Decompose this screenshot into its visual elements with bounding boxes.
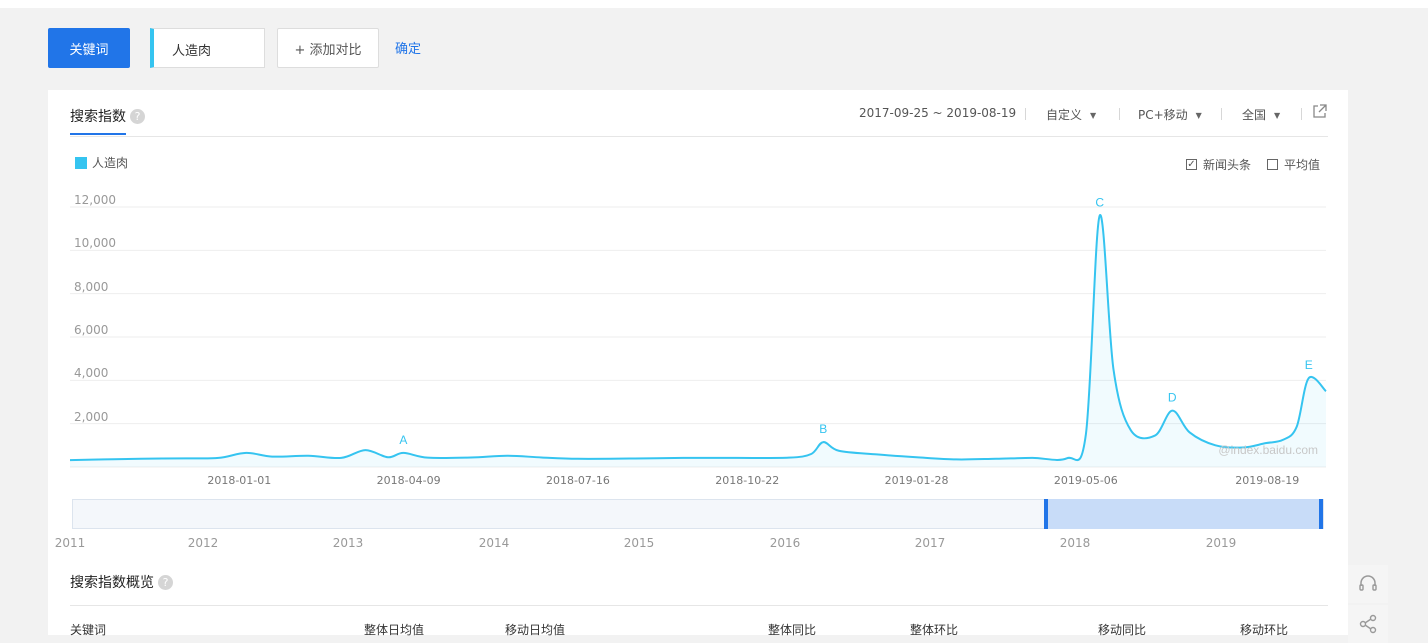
keyword-input[interactable]: 人造肉: [150, 28, 265, 68]
y-tick-label: 4,000: [74, 366, 109, 381]
y-tick-label: 2,000: [74, 409, 109, 424]
keyword-button[interactable]: 关键词: [48, 28, 130, 68]
x-tick-label: 2018-01-01: [207, 474, 272, 487]
overview-column-header: 整体环比: [910, 623, 959, 637]
overview-column-header: 移动同比: [1098, 623, 1147, 637]
annotation-e: E: [1305, 358, 1313, 372]
keyword-value: 人造肉: [172, 44, 212, 59]
slider-year-label: 2019: [1205, 536, 1237, 550]
annotation-d: D: [1168, 391, 1177, 405]
series-area: [70, 215, 1326, 467]
overview-title: 搜索指数概览?: [70, 572, 173, 592]
slider-year-label: 2011: [54, 536, 86, 550]
x-tick-label: 2018-07-16: [545, 474, 610, 487]
overview-title-label: 搜索指数概览: [70, 575, 154, 591]
x-tick-label: 2019-08-19: [1235, 474, 1300, 487]
y-tick-label: 12,000: [74, 193, 116, 207]
confirm-link[interactable]: 确定: [395, 38, 421, 57]
y-tick-label: 10,000: [74, 236, 116, 251]
overview-column-header: 关键词: [70, 623, 107, 637]
add-compare-button[interactable]: + 添加对比: [277, 28, 379, 68]
slider-year-label: 2015: [623, 536, 655, 550]
x-tick-label: 2018-04-09: [376, 474, 441, 487]
y-tick-label: 8,000: [74, 279, 109, 294]
x-tick-label: 2019-01-28: [884, 474, 949, 487]
overview-column-header: 移动日均值: [505, 623, 566, 637]
slider-year-label: 2016: [769, 536, 801, 550]
annotation-a: A: [399, 433, 407, 447]
slider-year-label: 2017: [914, 536, 946, 550]
overview-divider: [70, 605, 1328, 606]
top-strip: [0, 0, 1428, 8]
slider-year-label: 2013: [332, 536, 364, 550]
headset-icon[interactable]: [1348, 565, 1388, 603]
x-tick-label: 2018-10-22: [715, 474, 780, 487]
overview-column-header: 整体日均值: [364, 623, 425, 637]
overview-column-header: 移动环比: [1240, 623, 1289, 637]
watermark: @index.baidu.com: [1218, 443, 1318, 457]
slider-handle-right[interactable]: [1319, 499, 1323, 529]
search-index-card: 搜索指数? 2017-09-25 ~ 2019-08-19 自定义 ▼ PC+移动…: [48, 90, 1348, 637]
help-icon[interactable]: ?: [158, 575, 173, 590]
share-icon[interactable]: [1348, 605, 1388, 643]
overview-column-header: 整体同比: [768, 623, 817, 637]
slider-year-label: 2012: [187, 536, 219, 550]
slider-year-label: 2018: [1059, 536, 1091, 550]
annotation-b: B: [819, 422, 827, 436]
y-tick-label: 6,000: [74, 323, 109, 337]
slider-year-label: 2014: [478, 536, 510, 550]
slider-handle-left[interactable]: [1044, 499, 1048, 529]
annotation-c: C: [1095, 196, 1104, 210]
time-slider-selection[interactable]: [1046, 499, 1322, 529]
x-tick-label: 2019-05-06: [1053, 474, 1118, 487]
